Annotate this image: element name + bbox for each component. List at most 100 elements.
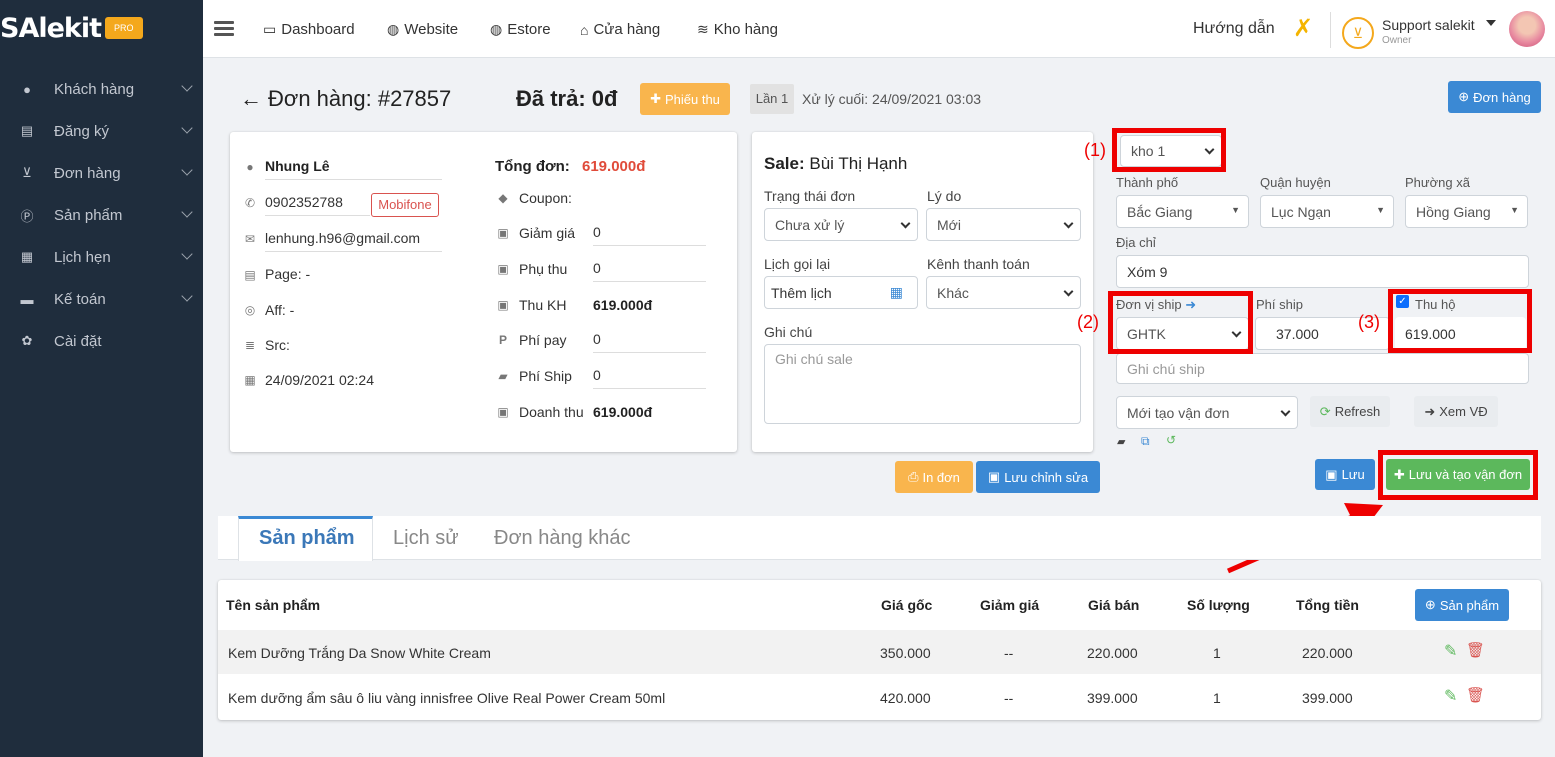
customer-name[interactable]: Nhung Lê — [265, 158, 442, 180]
carrier-badge: Mobifone — [371, 193, 439, 217]
highlight-box-warehouse — [1112, 128, 1226, 172]
row-quantity: 1 — [1213, 690, 1221, 706]
city-select[interactable]: Bắc Giang ▼ — [1116, 195, 1249, 228]
sidebar-item-ke-toan[interactable]: ▬ Kế toán — [0, 278, 203, 320]
district-select[interactable]: Lục Ngạn ▼ — [1260, 195, 1394, 228]
truck-icon[interactable]: ▰ — [1117, 435, 1125, 448]
bell-slash-icon[interactable]: ✗ — [1293, 14, 1313, 43]
waybill-status-value: Mới tạo vận đơn — [1127, 404, 1230, 421]
chevron-down-icon — [181, 290, 193, 302]
coupon-label: Coupon: — [519, 190, 572, 206]
edit-icon[interactable]: ✎ — [1444, 686, 1457, 706]
user-name[interactable]: Support salekit — [1382, 17, 1475, 33]
view-waybill-button-label: Xem VĐ — [1439, 404, 1488, 419]
sale-note-textarea[interactable]: Ghi chú sale — [764, 344, 1081, 424]
sidebar-item-label: Đơn hàng — [54, 164, 121, 182]
address-label: Địa chỉ — [1116, 235, 1156, 250]
nav-dashboard[interactable]: ▭ Dashboard — [263, 21, 355, 38]
caret-down-icon: ▼ — [1510, 205, 1519, 215]
refresh-icon: ⟳ — [1319, 403, 1331, 419]
extra-input[interactable]: 0 — [593, 260, 706, 282]
print-button[interactable]: ⎙ In đơn — [895, 461, 973, 493]
callback-input[interactable]: Thêm lịch ▦ — [764, 276, 918, 309]
top-navbar: ▭ Dashboard ◍ Website ◍ Estore ⌂ Cửa hàng ≋ K… — [203, 0, 1555, 58]
save-icon: ▣ — [987, 469, 1001, 484]
channel-value: Khác — [937, 284, 969, 301]
fee-label: Phí ship — [1256, 297, 1303, 312]
sidebar-item-lich-hen[interactable]: ▦ Lịch hẹn — [0, 236, 203, 278]
user-icon: ● — [246, 160, 254, 174]
save-button[interactable]: ▣ Lưu — [1315, 459, 1375, 490]
logo[interactable]: SAlekit PRO — [0, 12, 143, 44]
order-list-button[interactable]: ⊕ Đơn hàng — [1448, 81, 1541, 113]
trash-icon[interactable]: 🗑 — [1466, 686, 1485, 704]
channel-select[interactable]: Khác — [926, 276, 1081, 309]
payfee-input[interactable]: 0 — [593, 331, 706, 353]
trash-icon[interactable]: 🗑 — [1466, 641, 1485, 659]
sign-in-icon: ➜ — [1424, 403, 1436, 419]
calendar-icon: ▦ — [244, 373, 256, 387]
guide-link[interactable]: Hướng dẫn — [1193, 20, 1275, 38]
credit-card-icon: ▬ — [20, 291, 34, 307]
sidebar-item-don-hang[interactable]: ⊻ Đơn hàng — [0, 152, 203, 194]
nav-kho-hang[interactable]: ≋ Kho hàng — [697, 21, 778, 38]
view-waybill-button[interactable]: ➜ Xem VĐ — [1414, 396, 1498, 427]
revenue-value: 619.000đ — [593, 404, 653, 420]
shipfee-input[interactable]: 0 — [593, 367, 706, 389]
sidebar-item-dang-ky[interactable]: ▤ Đăng ký — [0, 110, 203, 152]
money-icon: ▣ — [497, 405, 509, 419]
status-select[interactable]: Chưa xử lý — [764, 208, 918, 241]
list-icon: ▤ — [20, 123, 34, 138]
discount-input[interactable]: 0 — [593, 224, 706, 246]
ward-label: Phường xã — [1405, 175, 1470, 190]
sale-label: Sale: — [764, 154, 805, 173]
sidebar-item-label: Cài đặt — [54, 332, 102, 350]
address-input[interactable]: Xóm 9 — [1116, 255, 1529, 288]
arrow-left-icon[interactable]: ← — [240, 86, 262, 112]
sidebar-item-san-pham[interactable]: Ⓟ Sản phẩm — [0, 194, 203, 236]
copy-icon[interactable]: ⧉ — [1141, 434, 1150, 449]
chevron-down-icon — [181, 248, 193, 260]
sale-heading: Sale: Bùi Thị Hạnh — [764, 154, 907, 174]
sidebar-item-cai-dat[interactable]: ✿ Cài đặt — [0, 320, 203, 362]
customer-email[interactable]: lenhung.h96@gmail.com — [265, 230, 442, 252]
nav-estore[interactable]: ◍ Estore — [490, 21, 551, 38]
sidebar-item-label: Kế toán — [54, 290, 106, 308]
ship-note-placeholder: Ghi chú ship — [1127, 360, 1205, 377]
customer-date: 24/09/2021 02:24 — [265, 372, 374, 388]
menu-toggle-icon[interactable] — [214, 21, 234, 37]
add-product-button-label: Sản phẩm — [1439, 597, 1500, 613]
nav-label: Kho hàng — [713, 21, 778, 38]
reason-select[interactable]: Mới — [926, 208, 1081, 241]
edit-icon[interactable]: ✎ — [1444, 641, 1457, 661]
nav-cua-hang[interactable]: ⌂ Cửa hàng — [580, 21, 660, 38]
add-product-button[interactable]: ⊕ Sản phẩm — [1415, 589, 1509, 621]
ward-value: Hồng Giang — [1416, 203, 1491, 220]
row-price: 420.000 — [880, 690, 931, 706]
store-logo-icon: ⊻ — [1342, 17, 1374, 49]
annotation-3: (3) — [1358, 312, 1380, 332]
nav-website[interactable]: ◍ Website — [387, 21, 458, 38]
discount-label: Giảm giá — [519, 225, 576, 241]
store-icon: ⌂ — [580, 21, 589, 38]
avatar[interactable] — [1509, 11, 1545, 47]
sidebar-item-khach-hang[interactable]: ● Khách hàng — [0, 68, 203, 110]
money-icon: ▣ — [497, 226, 509, 240]
plus-icon: ✚ — [650, 91, 661, 106]
stairs-icon: ≣ — [244, 338, 256, 352]
ward-select[interactable]: Hồng Giang ▼ — [1405, 195, 1528, 228]
tab-lich-su[interactable]: Lịch sử — [393, 527, 459, 550]
receipt-button[interactable]: ✚ Phiếu thu — [640, 83, 730, 115]
sale-note-placeholder: Ghi chú sale — [775, 351, 853, 367]
save-edit-button[interactable]: ▣ Lưu chỉnh sửa — [976, 461, 1100, 493]
chevron-down-icon — [181, 164, 193, 176]
save-icon: ▣ — [1325, 466, 1338, 482]
history-icon[interactable]: ↺ — [1166, 433, 1176, 447]
sidebar-item-label: Sản phẩm — [54, 206, 123, 224]
caret-down-icon[interactable] — [1486, 20, 1496, 26]
refresh-button[interactable]: ⟳ Refresh — [1310, 396, 1390, 427]
tab-don-hang-khac[interactable]: Đơn hàng khác — [494, 527, 631, 550]
waybill-status-select[interactable]: Mới tạo vận đơn — [1116, 396, 1298, 429]
ship-note-input[interactable]: Ghi chú ship — [1116, 353, 1529, 384]
customer-phone[interactable]: 0902352788 — [265, 194, 370, 216]
